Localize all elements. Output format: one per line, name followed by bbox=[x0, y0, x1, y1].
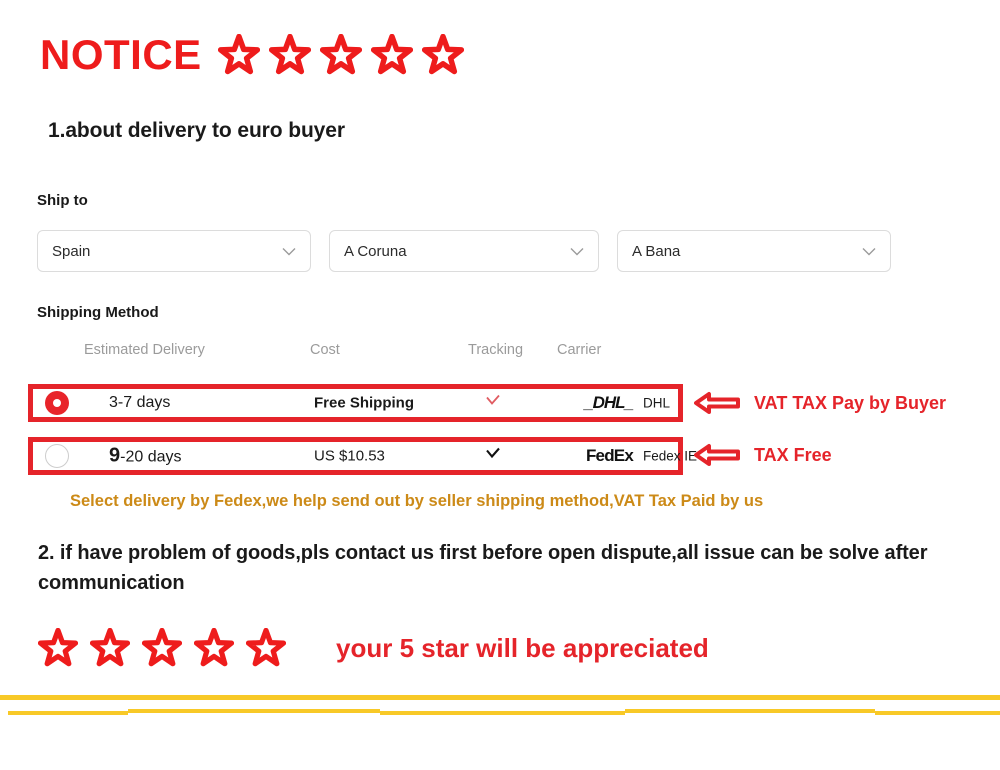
city-select[interactable]: A Bana bbox=[617, 230, 891, 272]
fedex-logo-text: FedEx bbox=[585, 446, 634, 465]
star-outline-icon bbox=[246, 628, 286, 667]
page-title: NOTICE bbox=[40, 31, 202, 78]
delivery-estimate-lead: 9 bbox=[109, 444, 121, 467]
fedex-shipping-note: Select delivery by Fedex,we help send ou… bbox=[70, 492, 764, 510]
shipping-option-row[interactable]: 3-7 days Free Shipping _DHL_ DHL bbox=[28, 384, 683, 422]
star-outline-icon bbox=[319, 34, 362, 75]
delivery-estimate: 9-20 days bbox=[109, 445, 182, 468]
star-outline-icon bbox=[217, 34, 260, 75]
arrow-left-outline-icon bbox=[694, 392, 740, 414]
chevron-down-icon bbox=[862, 247, 876, 255]
fedex-logo: FedEx bbox=[558, 446, 634, 466]
shipping-cost: Free Shipping bbox=[314, 394, 415, 412]
star-outline-icon bbox=[194, 628, 234, 667]
delivery-estimate-text: -20 days bbox=[120, 448, 182, 466]
section-one-heading: 1.about delivery to euro buyer bbox=[48, 119, 345, 142]
footer-star-rating bbox=[38, 628, 286, 668]
country-select-value: Spain bbox=[52, 242, 91, 260]
footer-divider-segment bbox=[128, 709, 380, 713]
radio-button-selected[interactable] bbox=[45, 391, 69, 415]
region-select[interactable]: A Coruna bbox=[329, 230, 599, 272]
check-icon bbox=[486, 394, 500, 405]
footer-divider-top bbox=[0, 695, 1000, 700]
column-header-carrier: Carrier bbox=[557, 342, 602, 358]
chevron-down-icon bbox=[282, 247, 296, 255]
star-outline-icon bbox=[90, 628, 130, 667]
appreciation-text: your 5 star will be appreciated bbox=[336, 632, 709, 663]
star-outline-icon bbox=[38, 628, 78, 667]
delivery-estimate-text: 3-7 days bbox=[109, 394, 171, 411]
footer-divider-segment bbox=[380, 711, 625, 715]
annotation-text: TAX Free bbox=[754, 444, 832, 465]
dhl-logo: _DHL_ bbox=[558, 393, 634, 413]
chevron-down-icon bbox=[570, 247, 584, 255]
region-select-value: A Coruna bbox=[344, 242, 407, 260]
star-outline-icon bbox=[142, 628, 182, 667]
delivery-estimate: 3-7 days bbox=[109, 394, 170, 412]
annotation-text: VAT TAX Pay by Buyer bbox=[754, 392, 947, 413]
annotation-tax-free: TAX Free bbox=[694, 443, 832, 467]
carrier-name: DHL bbox=[643, 395, 671, 411]
footer-divider-segment bbox=[8, 711, 128, 715]
notice-header: NOTICE bbox=[40, 34, 464, 76]
column-header-cost: Cost bbox=[310, 342, 340, 358]
radio-button-unselected[interactable] bbox=[45, 444, 69, 468]
star-outline-icon bbox=[268, 34, 311, 75]
section-two-text: 2. if have problem of goods,pls contact … bbox=[38, 542, 928, 594]
column-header-tracking: Tracking bbox=[468, 342, 524, 358]
column-header-estimated-delivery: Estimated Delivery bbox=[84, 342, 205, 358]
country-select[interactable]: Spain bbox=[37, 230, 311, 272]
ship-to-label: Ship to bbox=[37, 192, 88, 209]
appreciation-row: your 5 star will be appreciated bbox=[38, 628, 709, 668]
star-outline-icon bbox=[370, 34, 413, 75]
shipping-table-header: Estimated Delivery Cost Tracking Carrier bbox=[0, 342, 1000, 362]
header-star-rating bbox=[217, 34, 464, 76]
arrow-left-outline-icon bbox=[694, 444, 740, 466]
dhl-logo-text: _DHL_ bbox=[584, 393, 634, 412]
annotation-vat-tax-buyer: VAT TAX Pay by Buyer bbox=[694, 391, 946, 415]
check-icon bbox=[486, 447, 500, 459]
shipping-option-row[interactable]: 9-20 days US $10.53 FedEx Fedex IE bbox=[28, 437, 697, 475]
footer-divider-segments bbox=[0, 709, 1000, 717]
shipping-cost: US $10.53 bbox=[314, 447, 385, 465]
footer-divider-segment bbox=[625, 709, 875, 713]
footer-divider-segment bbox=[875, 711, 1000, 715]
city-select-value: A Bana bbox=[632, 242, 681, 260]
carrier-name: Fedex IE bbox=[643, 448, 698, 464]
tracking-available bbox=[473, 394, 513, 413]
shipping-method-label: Shipping Method bbox=[37, 304, 159, 321]
tracking-available bbox=[473, 447, 513, 466]
star-outline-icon bbox=[421, 34, 464, 75]
